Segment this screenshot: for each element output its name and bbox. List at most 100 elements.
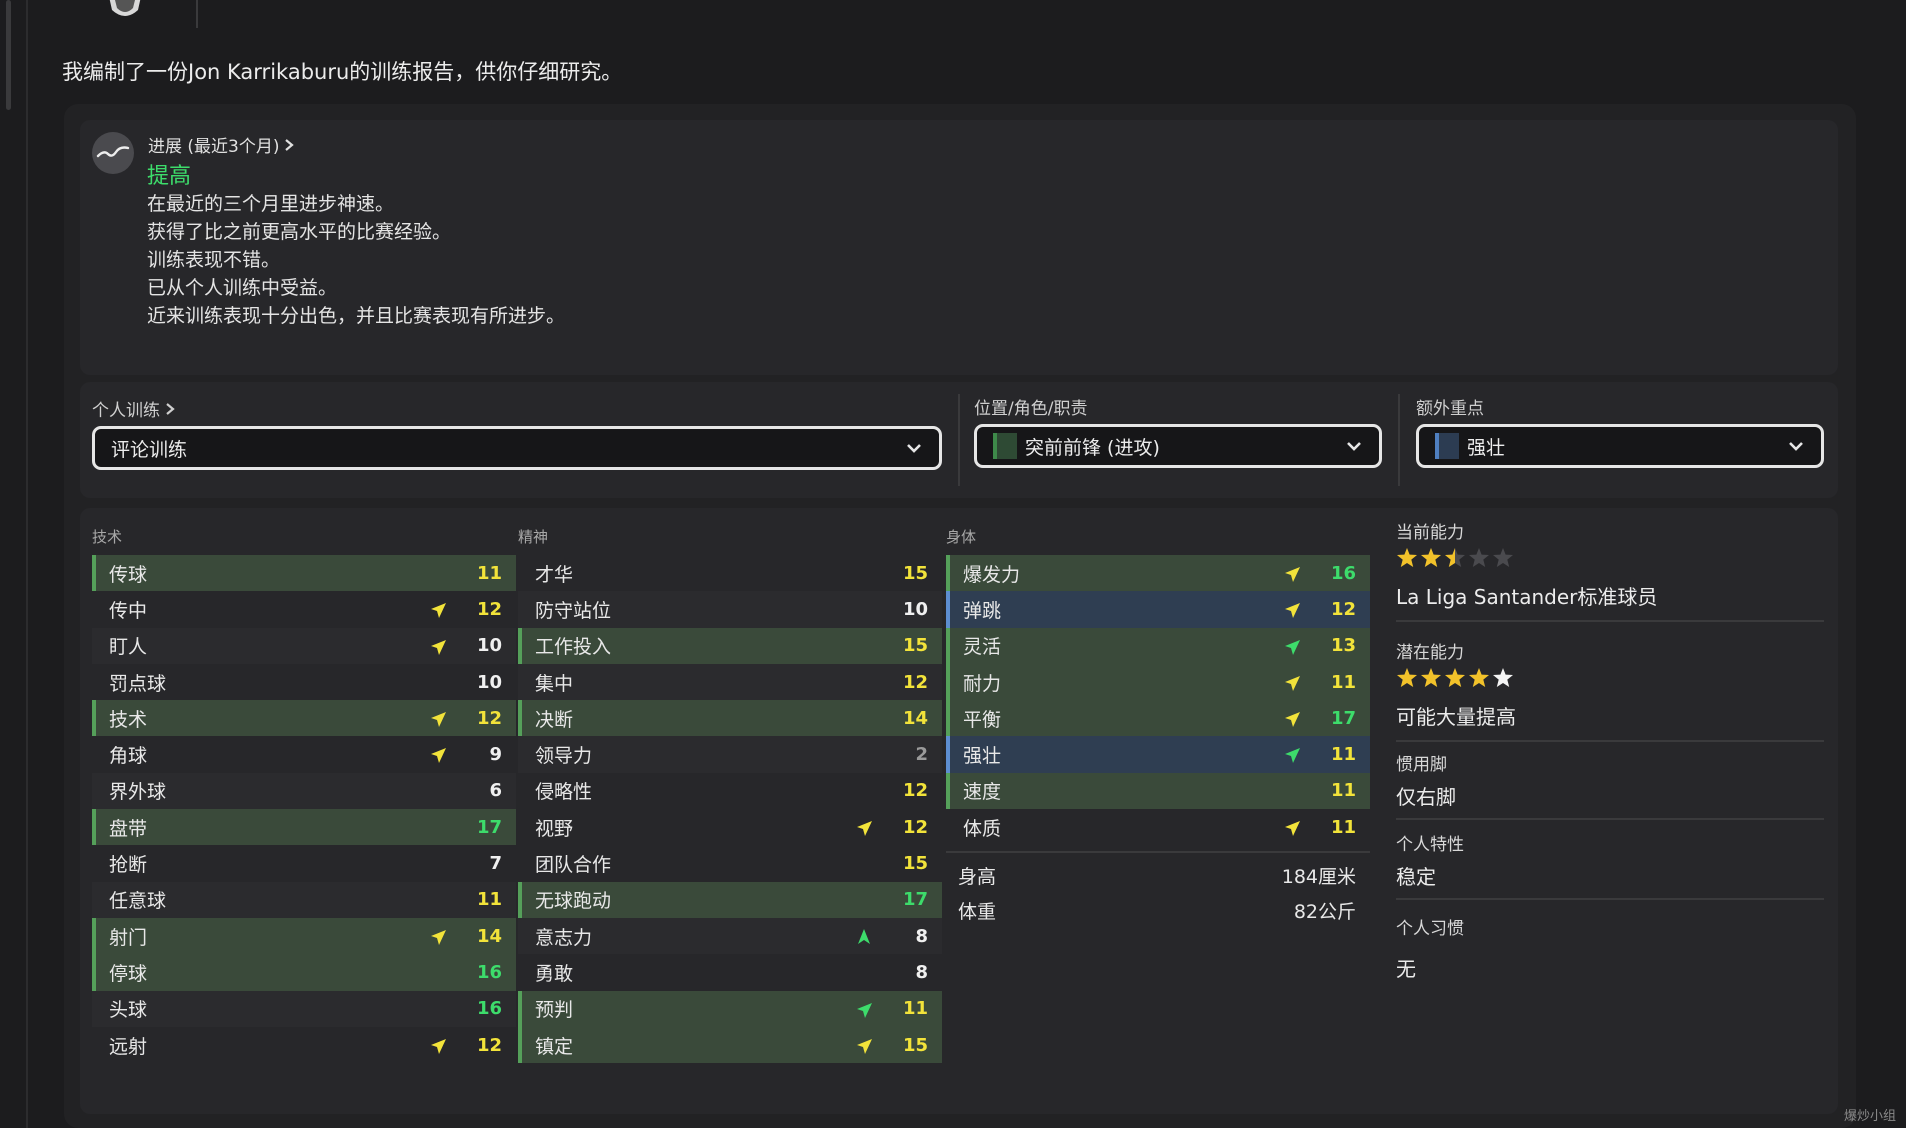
potential-ability-text: 可能大量提高	[1396, 705, 1516, 729]
attribute-row[interactable]: 侵略性 12	[518, 773, 942, 809]
progress-title: 进展 (最近3个月)	[148, 137, 280, 157]
extra-focus-select[interactable]: 强壮	[1416, 424, 1824, 468]
attribute-row[interactable]: 集中 12	[518, 663, 942, 701]
star-icon	[1445, 548, 1465, 567]
attribute-row[interactable]: 才华 15	[518, 555, 942, 591]
arrow-up-right-icon	[431, 639, 446, 655]
arrow-up-right-icon	[857, 1038, 872, 1054]
attribute-value: 6	[489, 780, 502, 802]
preferred-foot-label: 惯用脚	[1396, 755, 1447, 775]
physical-header: 身体	[946, 528, 977, 546]
star-icon	[1445, 668, 1465, 687]
attribute-row[interactable]: 头球 16	[92, 990, 516, 1027]
star-icon	[1397, 548, 1417, 567]
divider	[1398, 394, 1400, 486]
attribute-value: 12	[476, 598, 502, 620]
attribute-row[interactable]: 领导力 2	[518, 736, 942, 773]
attribute-name: 角球	[109, 745, 148, 768]
arrow-up-right-icon	[431, 603, 446, 619]
role-color-swatch	[993, 433, 1017, 459]
attribute-row[interactable]: 抢断 7	[92, 845, 516, 881]
attribute-row[interactable]: 技术 12	[92, 700, 516, 737]
attribute-name: 平衡	[963, 708, 1002, 731]
attribute-row[interactable]: 远射 12	[92, 1027, 516, 1063]
attribute-row[interactable]: 弹跳 12	[946, 591, 1370, 628]
attribute-value: 16	[476, 961, 502, 983]
divider	[1396, 740, 1824, 742]
star-icon	[1493, 668, 1513, 687]
technical-attributes: 传球 11 传中 12 盯人 10 罚点球 10 技术 12 角球 9 界外球 6 盘带 17 抢断 7 任意球 11…	[92, 555, 516, 1063]
attribute-row[interactable]: 决断 14	[518, 700, 942, 737]
arrow-up-right-icon	[857, 1002, 872, 1018]
attribute-name: 远射	[109, 1035, 148, 1058]
attribute-row[interactable]: 勇敢 8	[518, 954, 942, 990]
attribute-name: 界外球	[109, 781, 167, 804]
attribute-value: 16	[1330, 562, 1356, 584]
attribute-row[interactable]: 无球跑动 17	[518, 881, 942, 918]
attribute-row[interactable]: 速度 11	[946, 772, 1370, 810]
attribute-value: 17	[902, 889, 928, 911]
individual-training-link[interactable]: 个人训练	[92, 396, 176, 421]
attribute-value: 15	[902, 1034, 928, 1056]
attribute-row[interactable]: 强壮 11	[946, 736, 1370, 773]
attribute-row[interactable]: 灵活 13	[946, 627, 1370, 664]
attribute-row[interactable]: 团队合作 15	[518, 845, 942, 881]
attribute-value: 8	[915, 961, 928, 983]
role-value: 突前前锋 (进攻)	[1025, 436, 1160, 459]
attribute-row[interactable]: 停球 16	[92, 954, 516, 991]
attribute-name: 任意球	[109, 890, 167, 913]
attribute-row[interactable]: 防守站位 10	[518, 591, 942, 628]
attribute-value: 10	[476, 635, 502, 657]
attribute-row[interactable]: 镇定 15	[518, 1026, 942, 1064]
focus-color-swatch	[1435, 433, 1459, 459]
arrow-up-right-icon	[1285, 748, 1300, 764]
progress-title-link[interactable]: 进展 (最近3个月)	[148, 132, 295, 157]
attribute-row[interactable]: 耐力 11	[946, 663, 1370, 701]
chevron-down-icon	[907, 444, 921, 453]
attribute-name: 抢断	[109, 854, 148, 877]
attribute-row[interactable]: 罚点球 10	[92, 664, 516, 700]
attribute-row[interactable]: 界外球 6	[92, 772, 516, 810]
progress-note: 训练表现不错。	[147, 249, 281, 271]
attribute-row[interactable]: 预判 11	[518, 990, 942, 1027]
attribute-row[interactable]: 盯人 10	[92, 627, 516, 664]
attribute-name: 爆发力	[963, 563, 1021, 586]
traits-value: 稳定	[1396, 865, 1436, 889]
scrollbar[interactable]	[6, 0, 11, 110]
attribute-value: 10	[476, 671, 502, 693]
arrow-up-right-icon	[1285, 639, 1300, 655]
progress-note: 获得了比之前更高水平的比赛经验。	[147, 221, 452, 243]
attribute-value: 16	[476, 998, 502, 1020]
attribute-row[interactable]: 爆发力 16	[946, 555, 1370, 592]
role-select[interactable]: 突前前锋 (进攻)	[974, 424, 1382, 468]
attribute-row[interactable]: 任意球 11	[92, 881, 516, 918]
attribute-row[interactable]: 工作投入 15	[518, 627, 942, 664]
chevron-right-icon	[285, 138, 295, 151]
attribute-value: 12	[902, 816, 928, 838]
attribute-row[interactable]: 盘带 17	[92, 809, 516, 846]
attribute-value: 11	[476, 889, 502, 911]
chevron-right-icon	[166, 402, 175, 415]
role-label: 位置/角色/职责	[974, 399, 1088, 419]
individual-training-select[interactable]: 评论训练	[92, 426, 942, 470]
extra-focus-label: 额外重点	[1416, 399, 1484, 419]
attribute-row[interactable]: 射门 14	[92, 917, 516, 955]
individual-training-label: 个人训练	[92, 401, 160, 421]
attribute-row[interactable]: 角球 9	[92, 736, 516, 772]
attribute-row[interactable]: 视野 12	[518, 809, 942, 845]
attribute-row[interactable]: 平衡 17	[946, 700, 1370, 737]
attribute-row[interactable]: 传中 12	[92, 591, 516, 627]
attribute-name: 头球	[109, 999, 148, 1022]
attribute-row[interactable]: 意志力 8	[518, 917, 942, 955]
attribute-name: 预判	[535, 999, 574, 1022]
height-label: 身高	[958, 866, 997, 888]
weight-value: 82公斤	[1293, 901, 1356, 923]
attribute-row[interactable]: 体质 11	[946, 809, 1370, 845]
current-ability-stars	[1396, 547, 1824, 569]
sidebar-divider	[26, 0, 28, 1128]
technical-header: 技术	[92, 528, 123, 546]
attribute-row[interactable]: 传球 11	[92, 555, 516, 592]
attribute-name: 传中	[109, 599, 148, 622]
player-info: 当前能力 La Liga Santander标准球员 潜在能力 可能大量提高 惯…	[1396, 518, 1824, 982]
attribute-value: 15	[902, 562, 928, 584]
